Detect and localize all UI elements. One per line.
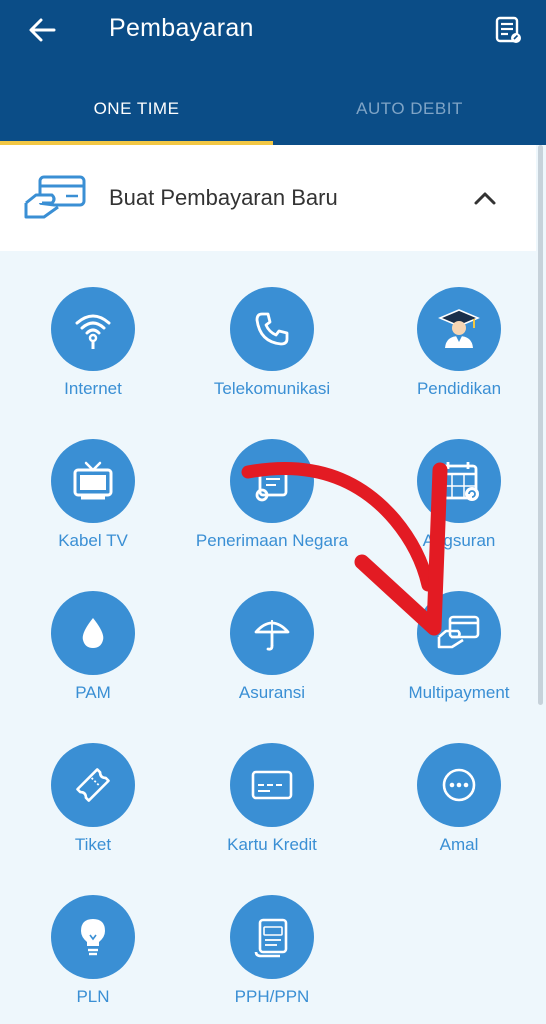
category-telekomunikasi[interactable]: Telekomunikasi [179, 251, 365, 398]
tab-bar: ONE TIME AUTO DEBIT [0, 72, 546, 145]
category-pln[interactable]: PLN [0, 859, 186, 1006]
icon-circle [230, 287, 314, 371]
category-label: Amal [439, 835, 479, 854]
category-tiket[interactable]: Tiket [0, 707, 186, 854]
category-kabel-tv[interactable]: Kabel TV [0, 403, 186, 550]
water-drop-icon [82, 618, 104, 648]
category-angsuran[interactable]: Angsuran [366, 403, 546, 550]
icon-circle [417, 591, 501, 675]
credit-card-icon [251, 770, 293, 800]
arrow-left-icon [29, 18, 56, 42]
icon-circle [230, 743, 314, 827]
category-pam[interactable]: PAM [0, 555, 186, 702]
payment-category-grid: Internet Telekomunikasi Pendidikan Kabel… [0, 251, 546, 1024]
icon-circle [417, 287, 501, 371]
category-label: Angsuran [422, 531, 496, 550]
transaction-history-button[interactable] [488, 10, 528, 50]
category-label: Telekomunikasi [213, 379, 331, 398]
category-label: PPH/PPN [234, 987, 310, 1006]
category-label: Kabel TV [58, 531, 128, 550]
page-title: Pembayaran [109, 14, 254, 42]
app-bar: Pembayaran ONE TIME AUTO DEBIT [0, 0, 546, 145]
tab-label: ONE TIME [93, 98, 180, 118]
section-title: Buat Pembayaran Baru [109, 185, 338, 210]
category-label: Kartu Kredit [227, 835, 317, 854]
category-pph-ppn[interactable]: PPH/PPN [179, 859, 365, 1006]
new-payment-section-header[interactable]: Buat Pembayaran Baru [0, 145, 536, 251]
tab-auto-debit[interactable]: AUTO DEBIT [273, 72, 546, 145]
category-multipayment[interactable]: Multipayment [366, 555, 546, 702]
hand-card-icon [437, 615, 480, 649]
category-penerimaan-negara[interactable]: Penerimaan Negara [179, 403, 365, 550]
category-amal[interactable]: Amal [366, 707, 546, 854]
icon-circle [417, 439, 501, 523]
icon-circle [417, 743, 501, 827]
category-asuransi[interactable]: Asuransi [179, 555, 365, 702]
category-label: Multipayment [408, 683, 510, 702]
tab-one-time[interactable]: ONE TIME [0, 72, 273, 145]
category-internet[interactable]: Internet [0, 251, 186, 398]
phone-icon [255, 312, 289, 346]
calendar-icon [438, 462, 479, 501]
transaction-list-icon [495, 16, 521, 43]
icon-circle [230, 895, 314, 979]
more-dots-icon [442, 768, 476, 802]
category-label: Internet [64, 379, 122, 398]
icon-circle [230, 439, 314, 523]
chevron-up-icon[interactable] [470, 185, 500, 211]
icon-circle [51, 439, 135, 523]
category-label: Asuransi [238, 683, 306, 702]
category-label: PLN [76, 987, 110, 1006]
umbrella-icon [254, 620, 290, 651]
category-pendidikan[interactable]: Pendidikan [366, 251, 546, 398]
category-label: Penerimaan Negara [195, 531, 349, 550]
category-label: Tiket [74, 835, 112, 854]
ticket-icon [76, 768, 110, 802]
category-label: Pendidikan [416, 379, 502, 398]
icon-circle [51, 895, 135, 979]
back-button[interactable] [22, 12, 62, 48]
tax-document-icon [254, 918, 288, 958]
tab-label: AUTO DEBIT [356, 98, 463, 118]
icon-circle [51, 743, 135, 827]
icon-circle [51, 591, 135, 675]
icon-circle [230, 591, 314, 675]
category-kartu-kredit[interactable]: Kartu Kredit [179, 707, 365, 854]
wifi-icon [75, 314, 111, 349]
lightbulb-icon [81, 919, 105, 956]
scroll-icon [255, 463, 288, 502]
icon-circle [51, 287, 135, 371]
graduate-icon [438, 309, 480, 348]
hand-card-icon [24, 175, 86, 219]
tv-icon [73, 461, 113, 500]
category-label: PAM [75, 683, 111, 702]
